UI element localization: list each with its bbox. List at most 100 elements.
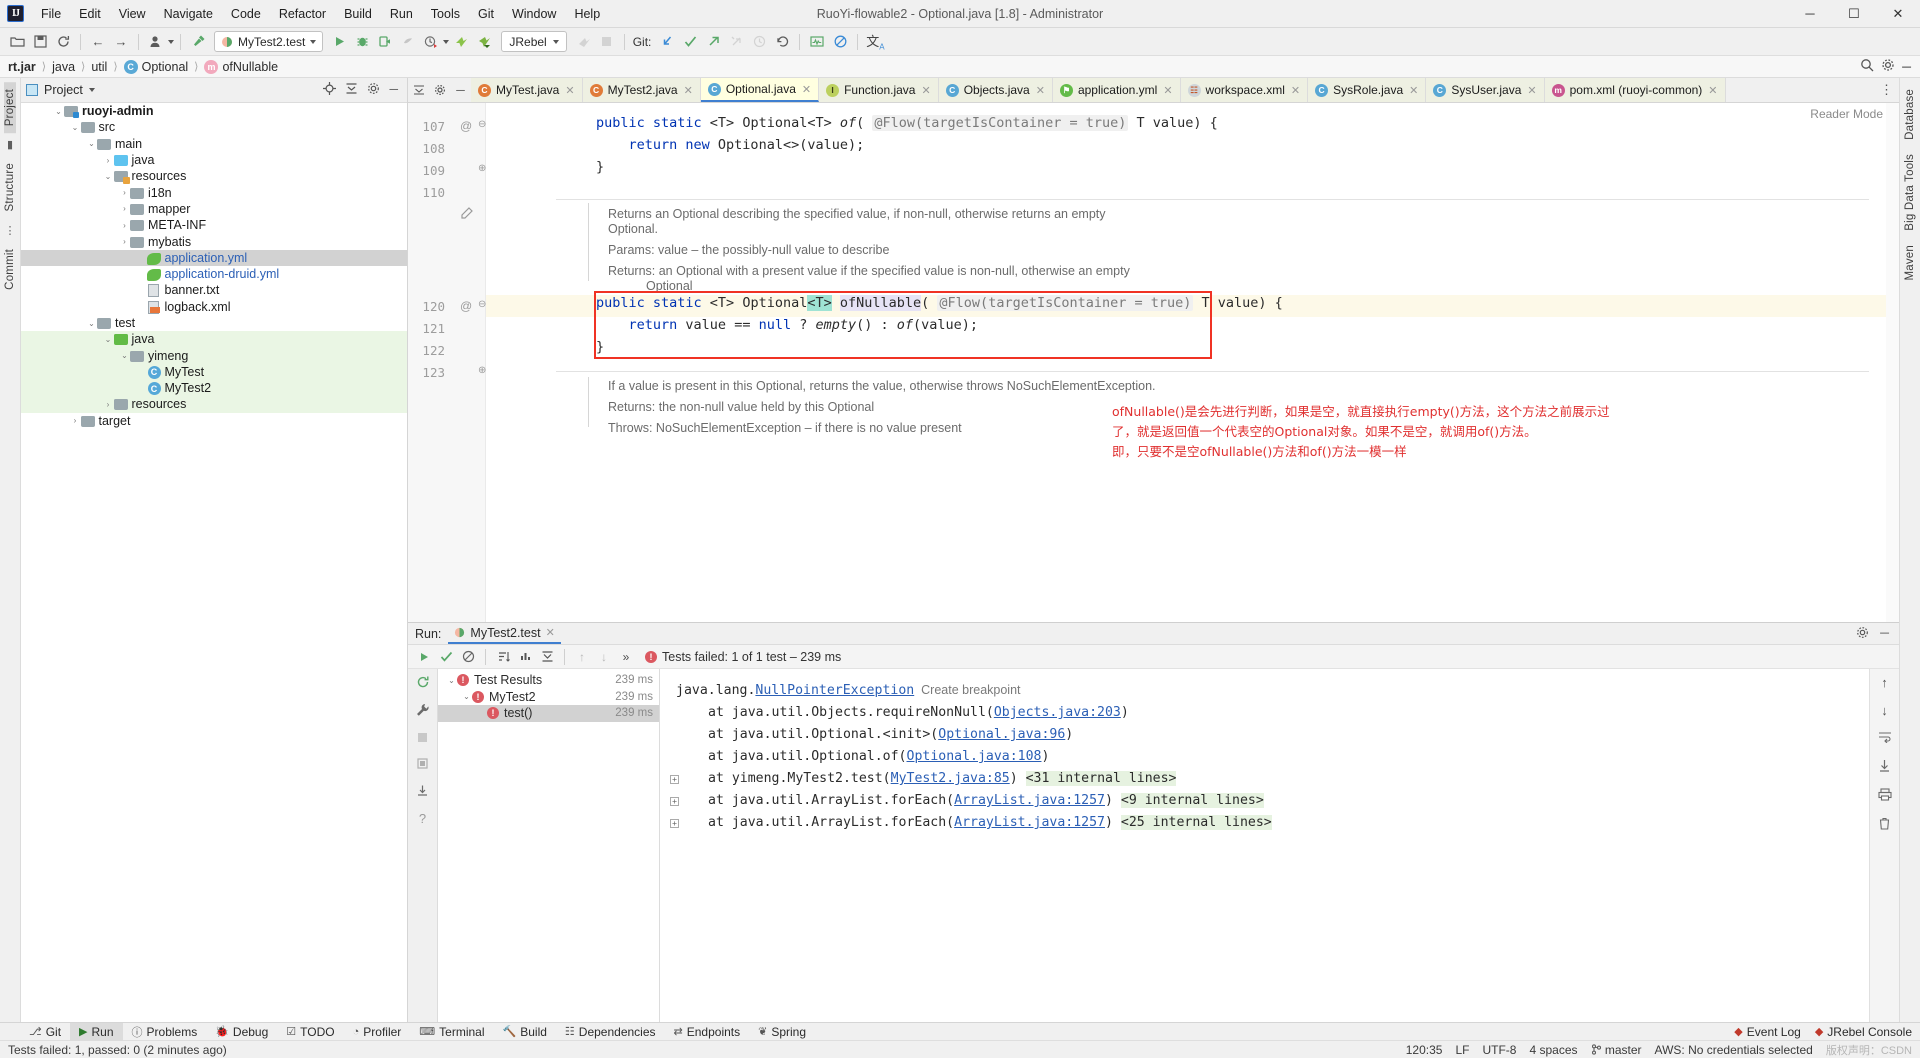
close-icon[interactable]: ✕	[1708, 84, 1717, 97]
show-ignored-icon[interactable]	[458, 647, 478, 667]
console-line-6[interactable]: at java.util.ArrayList.forEach(ArrayList…	[708, 815, 1272, 830]
more-options-icon[interactable]: »	[616, 647, 636, 667]
tool-window-endpoints[interactable]: ⇄ Endpoints	[665, 1023, 750, 1041]
code-line-120[interactable]: public static <T> Optional<T> ofNullable…	[596, 295, 1283, 311]
tree-expand-arrow-icon[interactable]: ⌄	[86, 319, 97, 328]
tree-expand-arrow-icon[interactable]: ›	[103, 156, 114, 165]
jrebel-run-icon[interactable]	[450, 31, 472, 53]
menu-item-git[interactable]: Git	[469, 4, 503, 24]
tool-window-problems[interactable]: ⓘ Problems	[123, 1023, 207, 1041]
tree-expand-arrow-icon[interactable]: ⌄	[119, 351, 130, 360]
tool-window-run[interactable]: ▶ Run	[70, 1022, 123, 1041]
tree-expand-arrow-icon[interactable]: ›	[119, 221, 130, 230]
tree-node-mybatis[interactable]: › mybatis	[21, 233, 407, 249]
tree-expand-arrow-icon[interactable]: ⌄	[70, 123, 81, 132]
menu-item-help[interactable]: Help	[565, 4, 609, 24]
run-coverage-icon[interactable]	[374, 31, 396, 53]
close-icon[interactable]: ✕	[1527, 84, 1536, 97]
stacktrace-fold-icon[interactable]: +	[670, 775, 679, 784]
tree-expand-arrow-icon[interactable]: ⌄	[53, 107, 64, 116]
expand-all-icon[interactable]	[537, 647, 557, 667]
project-tool-window[interactable]: Project ─ ⌄ ruoyi-admin ⌄ src ⌄ main › java ⌄ res…	[21, 78, 408, 1022]
tree-node-resources[interactable]: ⌄ resources	[21, 168, 407, 185]
tool-window-debug[interactable]: 🐞 Debug	[206, 1023, 277, 1041]
next-failed-test-icon[interactable]: ↓	[594, 647, 614, 667]
stop-icon[interactable]	[417, 731, 428, 746]
console-line-4[interactable]: at yimeng.MyTest2.test(MyTest2.java:85) …	[708, 771, 1177, 786]
back-arrow-icon[interactable]: ←	[87, 31, 109, 53]
breadcrumb-item-rtjar[interactable]: rt.jar	[8, 60, 36, 74]
tool-window-spring[interactable]: ❦ Spring	[749, 1023, 815, 1041]
file-encoding[interactable]: UTF-8	[1482, 1043, 1516, 1057]
console-side-toolbar[interactable]: ↑ ↓	[1869, 669, 1899, 1022]
code-line-122[interactable]: }	[596, 339, 604, 355]
run-tool-window[interactable]: Run: MyTest2.test ✕ ─ ↑ ↓ » ! Tests fail…	[408, 622, 1899, 1022]
tabs-settings-gear-icon[interactable]	[429, 78, 450, 102]
tree-node-target[interactable]: › target	[21, 413, 407, 429]
tree-node-java[interactable]: › java	[21, 152, 407, 168]
run-panel-header[interactable]: Run: MyTest2.test ✕ ─	[408, 623, 1899, 645]
chevron-down-icon[interactable]	[552, 39, 559, 44]
menu-item-code[interactable]: Code	[222, 4, 270, 24]
project-panel-header[interactable]: Project ─	[21, 78, 407, 103]
annotation-gutter-marker[interactable]: @	[460, 119, 472, 133]
close-icon[interactable]: ✕	[565, 84, 574, 97]
jrebel-debug-icon[interactable]	[473, 31, 495, 53]
edit-javadoc-icon[interactable]	[460, 207, 473, 223]
breadcrumb-actions[interactable]: ─	[1860, 58, 1920, 75]
rail-item-database[interactable]: Database	[1904, 82, 1916, 147]
menu-item-window[interactable]: Window	[503, 4, 565, 24]
tree-expand-arrow-icon[interactable]: ›	[103, 400, 114, 409]
panel-options-icon[interactable]	[367, 82, 380, 98]
tool-window-dependencies[interactable]: ☷ Dependencies	[556, 1023, 665, 1041]
reader-mode-label[interactable]: Reader Mode	[1810, 107, 1883, 121]
menu-item-navigate[interactable]: Navigate	[155, 4, 222, 24]
close-icon[interactable]: ✕	[1291, 84, 1300, 97]
editor-tab-application-yml[interactable]: ⚑ application.yml ✕	[1052, 78, 1181, 102]
profiler-icon[interactable]	[397, 31, 419, 53]
print-icon[interactable]	[1877, 788, 1892, 804]
run-icon[interactable]	[328, 31, 350, 53]
close-icon[interactable]: ✕	[684, 84, 693, 97]
stacktrace-fold-icon[interactable]: +	[670, 819, 679, 828]
editor-gutter[interactable]: 107 108 109 110 120 121 122 123 @ @ ⊖ ⊕ ⊖ ⊕	[408, 103, 486, 622]
console-span[interactable]: Optional.java:108	[907, 749, 1042, 764]
rail-item-project[interactable]: Project	[4, 82, 16, 134]
scroll-to-end-icon[interactable]	[1878, 759, 1891, 775]
sync-icon[interactable]	[52, 31, 74, 53]
aws-credentials[interactable]: AWS: No credentials selected	[1655, 1043, 1813, 1057]
hide-tabs-icon[interactable]: ─	[450, 78, 471, 102]
prev-failed-test-icon[interactable]: ↑	[572, 647, 592, 667]
editor-tab-bar[interactable]: ─ C MyTest.java ✕ C MyTest2.java ✕ C Optional.j…	[408, 78, 1899, 103]
rail-item-structure[interactable]: Structure	[4, 156, 16, 218]
close-icon[interactable]: ✕	[802, 83, 811, 96]
chevron-down-icon[interactable]	[88, 88, 95, 92]
attach-icon[interactable]	[573, 31, 595, 53]
run-tab-mytest2[interactable]: MyTest2.test ✕	[448, 624, 561, 644]
console-output[interactable]: java.lang.NullPointerException Create br…	[660, 669, 1869, 1022]
menu-item-file[interactable]: File	[32, 4, 70, 24]
tree-expand-arrow-icon[interactable]: ⌄	[86, 139, 97, 148]
close-icon[interactable]: ✕	[1409, 84, 1418, 97]
history-icon[interactable]	[748, 31, 770, 53]
editor-tab-function-java[interactable]: I Function.java ✕	[819, 78, 939, 102]
tool-window-git[interactable]: ⎇ Git	[20, 1023, 70, 1041]
maximize-button[interactable]: ☐	[1832, 0, 1876, 27]
test-results-tree[interactable]: ⌄! Test Results 239 ms ⌄! MyTest2 239 ms! test…	[438, 669, 660, 1022]
tree-node-banner-txt[interactable]: banner.txt	[21, 282, 407, 298]
pin-tab-icon[interactable]	[416, 757, 429, 773]
git-push-icon[interactable]	[702, 31, 724, 53]
user-dropdown-caret-icon[interactable]	[168, 39, 174, 44]
pull-requests-rail-icon[interactable]: ⋮	[5, 224, 16, 237]
editor-tab-mytest-java[interactable]: C MyTest.java ✕	[471, 78, 583, 102]
tree-node-application-yml[interactable]: application.yml	[21, 249, 407, 266]
jrebel-selector[interactable]: JRebel	[501, 31, 567, 52]
console-span[interactable]: MyTest2.java:85	[891, 771, 1010, 786]
close-icon[interactable]: ✕	[1163, 84, 1172, 97]
no-access-icon[interactable]	[829, 31, 851, 53]
tool-window-bar-right[interactable]: ◆ Event Log ◆ JRebel Console	[1734, 1025, 1920, 1039]
console-line-1[interactable]: at java.util.Objects.requireNonNull(Obje…	[708, 705, 1129, 720]
line-separator[interactable]: LF	[1455, 1043, 1469, 1057]
code-line-121[interactable]: return value == null ? empty() : of(valu…	[596, 317, 979, 333]
console-line-3[interactable]: at java.util.Optional.of(Optional.java:1…	[708, 749, 1049, 764]
